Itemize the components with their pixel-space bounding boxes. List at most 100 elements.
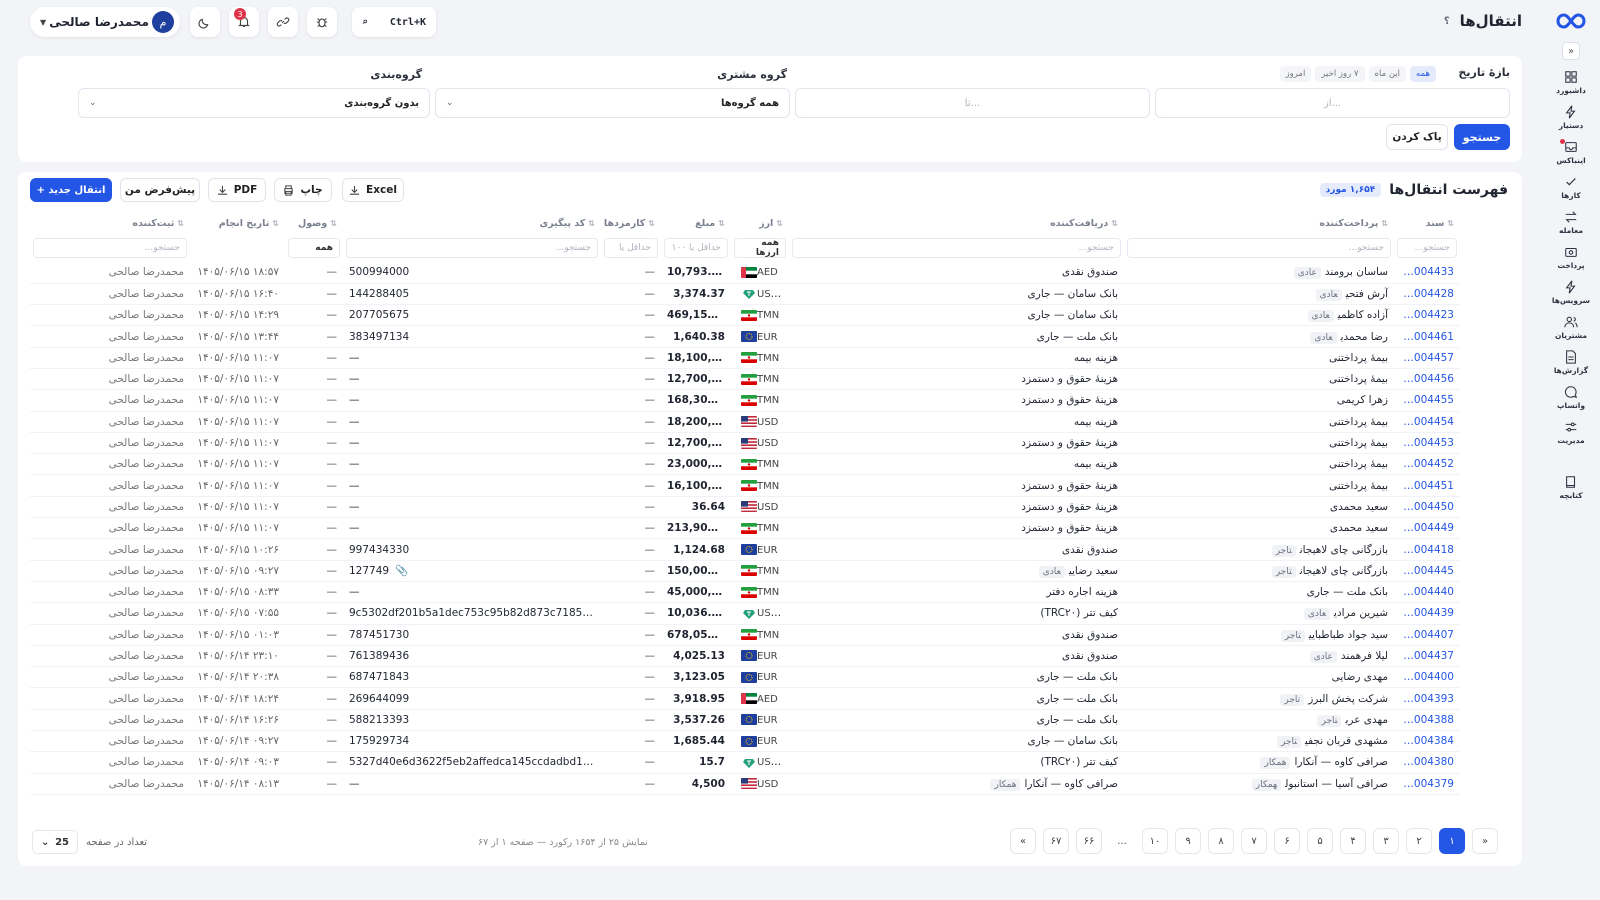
search-button[interactable]: جستجو (1454, 124, 1510, 150)
column-header[interactable]: ⇅کارمزدها (601, 212, 661, 234)
doc-link[interactable]: NX-004457 (1394, 347, 1460, 368)
clear-button[interactable]: پاک کردن (1386, 124, 1448, 150)
amount-filter-input[interactable]: حداقل یا ۱۰۰ (664, 238, 728, 258)
table-row[interactable]: NX-004453 بیمهٔ پرداختنی هزینهٔ حقوق و دست… (30, 432, 1460, 454)
column-header[interactable]: ⇅مبلغ (661, 212, 731, 234)
doc-link[interactable]: NX-004428 (1394, 283, 1460, 304)
page-button[interactable]: ۵ (1307, 828, 1333, 854)
last-page-button[interactable]: » (1010, 828, 1036, 854)
table-row[interactable]: NX-004423 آزاده کاظمیعادی بانک سامان — جار… (30, 305, 1460, 326)
doc-link[interactable]: NX-004379 (1394, 773, 1460, 794)
table-row[interactable]: NX-004439 شیرین مرادیعادی کیف تتر (TRC۲۰) U… (30, 603, 1460, 625)
table-row[interactable]: NX-004437 لیلا فرهمندعادی صندوق نقدی EUR 4,0… (30, 645, 1460, 667)
table-row[interactable]: NX-004450 سعید محمدی هزینهٔ حقوق و دستمزد U… (30, 496, 1460, 518)
doc-filter-input[interactable]: جستجو... (1397, 238, 1457, 258)
sidebar-item-9[interactable]: واتساپ (1546, 385, 1596, 410)
page-button[interactable]: ۶ (1274, 828, 1300, 854)
column-header[interactable]: ⇅ثبت‌کننده (30, 212, 190, 234)
ref-filter-input[interactable]: جستجو... (346, 238, 598, 258)
doc-link[interactable]: NX-004400 (1394, 667, 1460, 688)
doc-link[interactable]: NX-004452 (1394, 454, 1460, 475)
sidebar-item-8[interactable]: گزارش‌ها (1546, 350, 1596, 375)
table-row[interactable]: NX-004388 مهدی عربتاجر بانک ملت — جاری EUR 3… (30, 709, 1460, 731)
quick-range-chip[interactable]: ۷ روز اخیر (1315, 66, 1365, 82)
doc-link[interactable]: NX-004461 (1394, 326, 1460, 347)
table-row[interactable]: NX-004440 بانک ملت — جاری هزینه اجاره دفتر… (30, 581, 1460, 603)
page-button[interactable]: ۶۶ (1076, 828, 1102, 854)
app-logo[interactable] (1554, 10, 1588, 32)
sidebar-item-5[interactable]: پرداخت (1546, 245, 1596, 270)
table-row[interactable]: NX-004456 بیمهٔ پرداختنی هزینهٔ حقوق و دست… (30, 368, 1460, 390)
doc-link[interactable]: NX-004440 (1394, 581, 1460, 602)
my-default-button[interactable]: پیش‌فرض من (120, 178, 200, 202)
table-row[interactable]: NX-004452 بیمهٔ پرداختنی هزینه بیمه TMN 23,0… (30, 454, 1460, 475)
sidebar-item-1[interactable]: دستیار (1546, 105, 1596, 130)
sidebar-item-2[interactable]: اینباکس (1546, 139, 1596, 165)
page-button[interactable]: ۴ (1340, 828, 1366, 854)
sidebar-item-7[interactable]: مشتریان (1546, 315, 1596, 340)
doc-link[interactable]: NX-004423 (1394, 305, 1460, 326)
table-row[interactable]: NX-004393 شرکت پخش البرزتاجر بانک ملت — جا… (30, 688, 1460, 710)
registrar-filter-input[interactable]: جستجو... (33, 238, 187, 258)
doc-link[interactable]: NX-004437 (1394, 645, 1460, 666)
first-page-button[interactable]: « (1472, 828, 1498, 854)
page-button[interactable]: ۷ (1241, 828, 1267, 854)
quick-range-chip[interactable]: امروز (1279, 66, 1312, 82)
page-button[interactable]: ۱ (1439, 828, 1465, 854)
table-row[interactable]: NX-004379 صرافی آسیا — استانبولهمکار صرافی… (30, 773, 1460, 795)
doc-link[interactable]: NX-004393 (1394, 688, 1460, 709)
doc-link[interactable]: NX-004407 (1394, 624, 1460, 645)
fees-filter-input[interactable]: حداقل یا (604, 238, 658, 258)
theme-toggle-button[interactable] (190, 7, 220, 37)
page-button[interactable]: ۶۷ (1043, 828, 1069, 854)
page-button[interactable]: ۸ (1208, 828, 1234, 854)
per-page-select[interactable]: ⌄ 25 (32, 830, 78, 854)
sidebar-item-4[interactable]: معامله (1546, 210, 1596, 235)
attachment-icon[interactable]: 📎 (395, 565, 408, 577)
sidebar-item-11[interactable]: کتابچه (1546, 475, 1596, 500)
sidebar-item-6[interactable]: سرویس‌ها (1546, 280, 1596, 305)
date-from-input[interactable]: از... (1155, 88, 1510, 118)
table-row[interactable]: NX-004407 سید جواد طباطباییتاجر صندوق نقدی… (30, 624, 1460, 646)
column-header[interactable]: ⇅سند (1394, 212, 1460, 234)
page-button[interactable]: ۳ (1373, 828, 1399, 854)
doc-link[interactable]: NX-004454 (1394, 411, 1460, 432)
table-row[interactable]: NX-004454 بیمهٔ پرداختنی هزینه بیمه USD 18,2… (30, 411, 1460, 433)
export-excel-button[interactable]: Excel (342, 178, 404, 202)
debug-button[interactable] (307, 7, 337, 37)
column-header[interactable]: ⇅پرداخت‌کننده (1124, 212, 1394, 234)
doc-link[interactable]: NX-004433 (1394, 262, 1460, 283)
column-header[interactable]: ⇅دریافت‌کننده (789, 212, 1124, 234)
export-pdf-button[interactable]: PDF (208, 178, 266, 202)
customer-group-select[interactable]: ⌄ همه گروه‌ها (435, 88, 790, 118)
column-header[interactable]: ⇅تاریخ انجام (190, 212, 285, 234)
received-filter-select[interactable]: همه (288, 238, 340, 258)
notifications-button[interactable]: 3 (229, 7, 259, 37)
table-row[interactable]: NX-004461 رضا محمدیعادی بانک ملت — جاری EUR… (30, 326, 1460, 348)
doc-link[interactable]: NX-004445 (1394, 560, 1460, 581)
page-button[interactable]: ۲ (1406, 828, 1432, 854)
print-button[interactable]: چاپ (274, 178, 332, 202)
quick-range-chip[interactable]: همه (1410, 66, 1436, 82)
sidebar-item-10[interactable]: مدیریت (1546, 420, 1596, 445)
table-row[interactable]: NX-004451 بیمهٔ پرداختنی هزینهٔ حقوق و دست… (30, 475, 1460, 497)
table-row[interactable]: NX-004457 بیمهٔ پرداختنی هزینه بیمه TMN 18,1… (30, 347, 1460, 369)
receiver-filter-input[interactable]: جستجو... (792, 238, 1121, 258)
link-button[interactable] (268, 7, 298, 37)
table-row[interactable]: NX-004380 صرافی کاوه — آنکاراهمکار کیف تتر… (30, 752, 1460, 774)
doc-link[interactable]: NX-004450 (1394, 496, 1460, 517)
table-row[interactable]: NX-004433 ساسان برومندعادی صندوق نقدی AED 10… (30, 262, 1460, 284)
command-search-button[interactable]: ⌕ Ctrl+K (352, 7, 436, 37)
quick-range-chip[interactable]: این ماه (1368, 66, 1407, 82)
payer-filter-input[interactable]: جستجو... (1127, 238, 1391, 258)
table-row[interactable]: NX-004455 زهرا کریمی هزینهٔ حقوق و دستمزد T… (30, 390, 1460, 412)
date-to-input[interactable]: تا... (795, 88, 1150, 118)
doc-link[interactable]: NX-004449 (1394, 518, 1460, 539)
page-button[interactable]: ۱۰ (1142, 828, 1168, 854)
sidebar-item-0[interactable]: داشبورد (1546, 70, 1596, 95)
doc-link[interactable]: NX-004456 (1394, 368, 1460, 389)
doc-link[interactable]: NX-004439 (1394, 603, 1460, 624)
table-row[interactable]: NX-004400 مهدی رضایی بانک ملت — جاری EUR 3,1… (30, 667, 1460, 688)
doc-link[interactable]: NX-004418 (1394, 539, 1460, 560)
column-header[interactable]: ⇅ارز (731, 212, 789, 234)
